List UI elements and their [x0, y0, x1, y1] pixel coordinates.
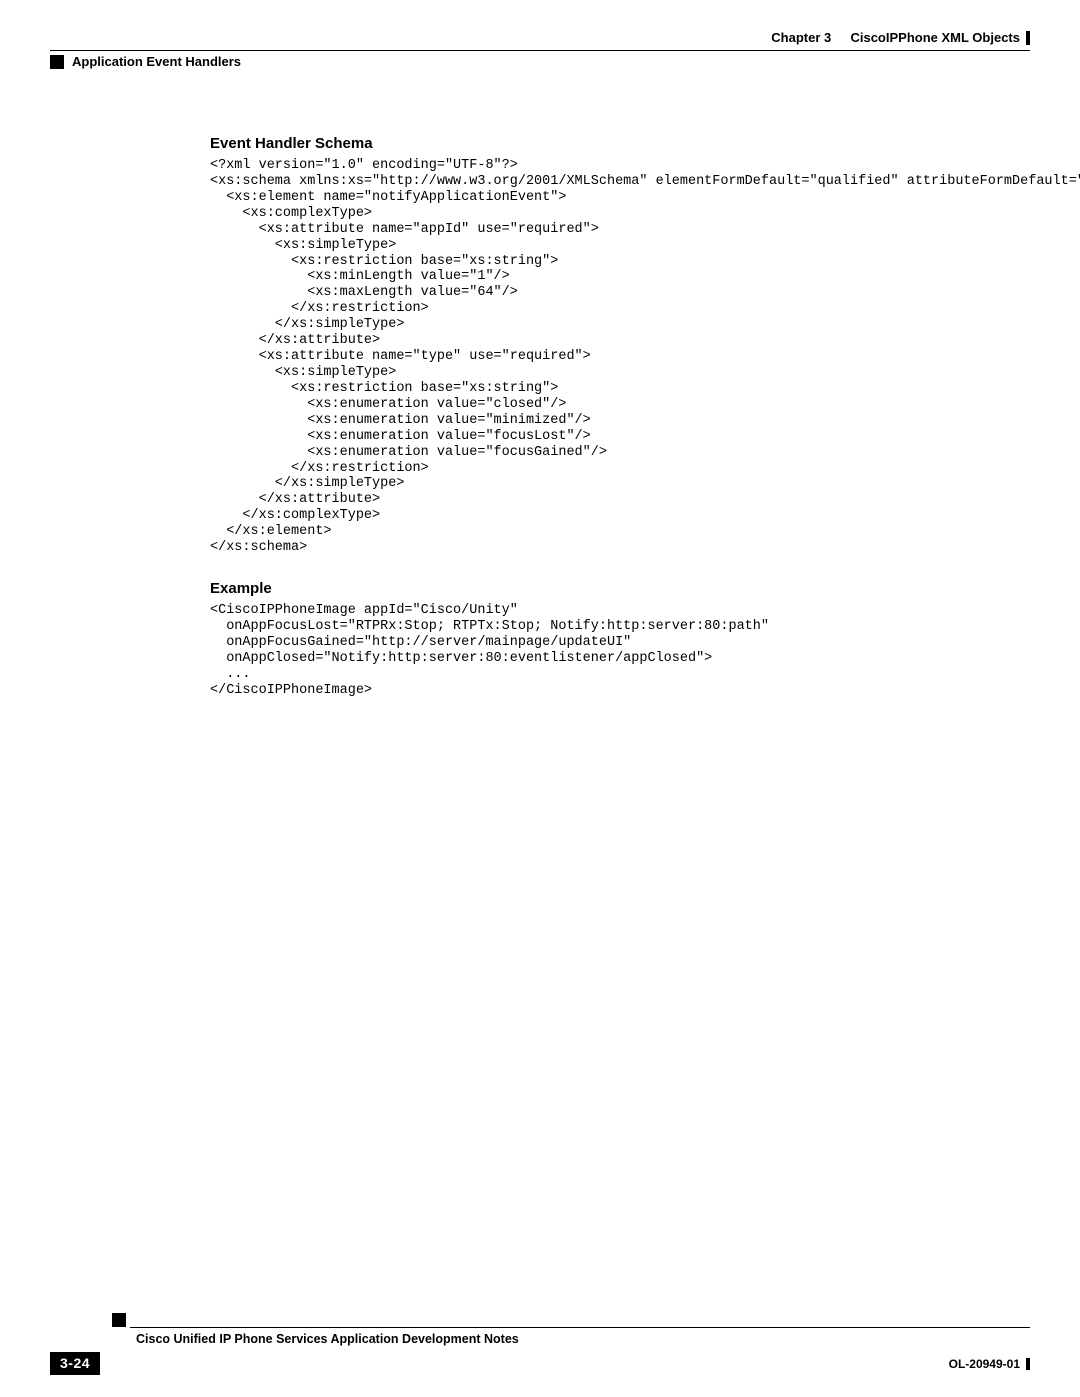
example-title: Example: [210, 580, 1020, 597]
header-left: Application Event Handlers: [50, 54, 241, 69]
header-square-icon: [50, 55, 64, 69]
footer-doc-id: OL-20949-01: [949, 1357, 1020, 1371]
footer-doc-title: Cisco Unified IP Phone Services Applicat…: [130, 1332, 519, 1346]
example-code: <CiscoIPPhoneImage appId="Cisco/Unity" o…: [210, 603, 1020, 699]
footer-rule: [130, 1327, 1030, 1328]
section-name: Application Event Handlers: [72, 54, 241, 69]
chapter-title: CiscoIPPhone XML Objects: [850, 30, 1020, 45]
page-footer: Cisco Unified IP Phone Services Applicat…: [50, 1311, 1030, 1375]
header-right: Chapter 3 CiscoIPPhone XML Objects: [771, 30, 1030, 45]
page-header: Chapter 3 CiscoIPPhone XML Objects Appli…: [50, 30, 1030, 80]
chapter-label: Chapter 3: [771, 30, 831, 45]
schema-title: Event Handler Schema: [210, 135, 1020, 152]
footer-square-icon: [112, 1313, 126, 1327]
content: Event Handler Schema <?xml version="1.0"…: [210, 135, 1020, 699]
page: Chapter 3 CiscoIPPhone XML Objects Appli…: [0, 0, 1080, 1397]
schema-code: <?xml version="1.0" encoding="UTF-8"?> <…: [210, 158, 1020, 556]
page-number-badge: 3-24: [50, 1352, 100, 1375]
header-rule: [50, 50, 1030, 51]
footer-row-bottom: 3-24 OL-20949-01: [50, 1352, 1030, 1375]
header-bar-icon: [1026, 31, 1030, 45]
footer-bar-icon: [1026, 1358, 1030, 1370]
footer-row-top: Cisco Unified IP Phone Services Applicat…: [50, 1332, 1030, 1346]
footer-doc-id-wrap: OL-20949-01: [949, 1357, 1030, 1371]
